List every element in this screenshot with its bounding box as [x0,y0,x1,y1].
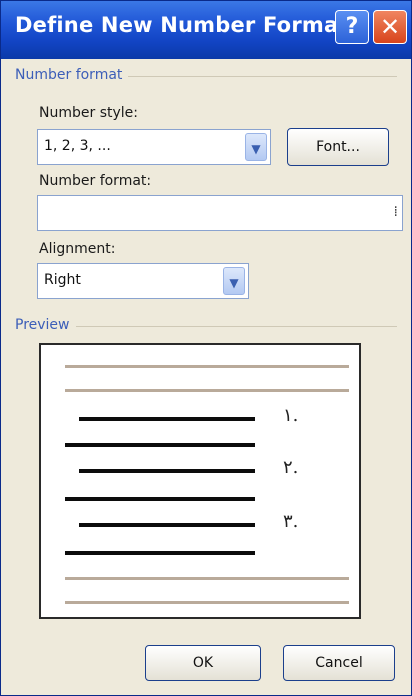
number-format-field[interactable]: ⁞ [37,195,403,231]
preview-para-line [65,365,349,368]
help-button[interactable]: ? [335,10,369,44]
preview-list-line [79,523,255,527]
preview-para-line [65,577,349,580]
preview-group-label: Preview [15,317,76,333]
preview-list-line [79,417,255,421]
number-style-dropdown[interactable]: 1, 2, 3, ... ▼ [37,129,271,165]
preview-list-line [65,497,255,501]
title-bar[interactable]: Define New Number Format ? ✕ [1,1,411,59]
number-style-value: 1, 2, 3, ... [44,138,111,154]
help-icon: ? [345,14,359,39]
preview-para-line [65,601,349,604]
dialog-title: Define New Number Format [15,13,349,37]
number-format-group-label: Number format [15,67,129,83]
preview-list-line [65,443,255,447]
define-number-format-dialog: Define New Number Format ? ✕ Number form… [0,0,412,696]
alignment-value: Right [44,272,81,288]
font-button-label: Font... [316,139,360,155]
preview-number-2: ٢. [283,457,299,478]
ok-button-label: OK [192,655,214,671]
number-format-label: Number format: [39,173,152,189]
text-cursor-icon: ⁞ [393,204,398,220]
cancel-button[interactable]: Cancel [283,645,395,681]
number-style-label: Number style: [39,105,138,121]
chevron-down-icon[interactable]: ▼ [223,267,245,295]
ok-button[interactable]: OK [145,645,261,681]
close-icon: ✕ [379,13,401,41]
preview-list-line [65,551,255,555]
preview-para-line [65,389,349,392]
preview-pane: ١. ٢. ٣. [39,343,361,619]
font-button[interactable]: Font... [287,128,389,166]
alignment-label: Alignment: [39,241,116,257]
chevron-down-icon[interactable]: ▼ [245,133,267,161]
preview-number-3: ٣. [283,511,299,532]
cancel-button-label: Cancel [315,655,363,671]
preview-number-1: ١. [283,405,299,426]
close-button[interactable]: ✕ [373,10,407,44]
alignment-dropdown[interactable]: Right ▼ [37,263,249,299]
preview-list-line [79,469,255,473]
